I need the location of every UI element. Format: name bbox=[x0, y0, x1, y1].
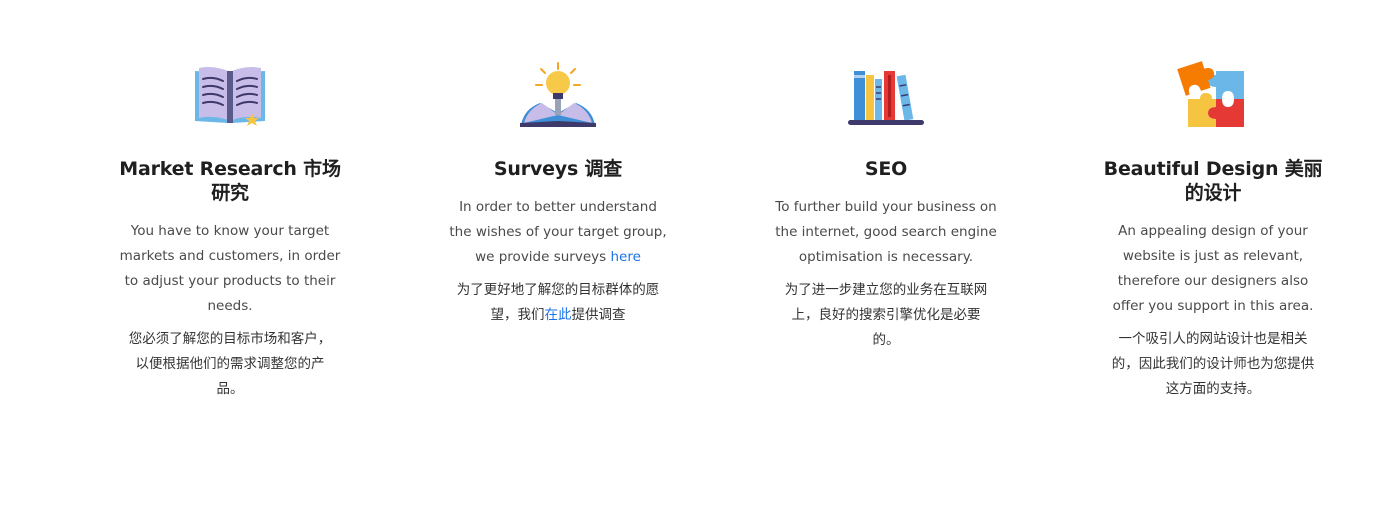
surveys-here-link-zh[interactable]: 在此 bbox=[545, 307, 572, 323]
bookshelf-icon bbox=[772, 58, 1000, 134]
feature-description-zh: 为了更好地了解您的目标群体的愿望，我们在此提供调查 bbox=[451, 278, 665, 328]
feature-surveys: Surveys 调查 In order to better understand… bbox=[444, 58, 672, 328]
feature-title: SEO bbox=[864, 158, 908, 180]
feature-description-en: You have to know your target markets and… bbox=[119, 223, 341, 314]
feature-market-research: Market Research 市场研究 You have to know yo… bbox=[116, 58, 344, 402]
feature-description-zh: 为了进一步建立您的业务在互联网上，良好的搜索引擎优化是必要的。 bbox=[784, 282, 988, 348]
feature-description-en: In order to better understand the wishes… bbox=[447, 195, 669, 270]
feature-description-en: To further build your business on the in… bbox=[775, 199, 997, 265]
idea-book-icon bbox=[444, 58, 672, 134]
puzzle-icon bbox=[1099, 58, 1327, 134]
feature-description-zh: 您必须了解您的目标市场和客户，以便根据他们的需求调整您的产品。 bbox=[128, 331, 332, 397]
feature-title: Surveys 调查 bbox=[493, 158, 623, 180]
feature-seo: SEO To further build your business on th… bbox=[772, 58, 1000, 353]
surveys-here-link[interactable]: here bbox=[610, 249, 640, 265]
open-book-icon bbox=[116, 58, 344, 134]
feature-description-text: 提供调查 bbox=[571, 307, 626, 323]
feature-beautiful-design: Beautiful Design 美丽的设计 An appealing desi… bbox=[1099, 58, 1327, 402]
feature-description-en: An appealing design of your website is j… bbox=[1112, 223, 1314, 314]
feature-description-zh: 一个吸引人的网站设计也是相关的，因此我们的设计师也为您提供这方面的支持。 bbox=[1111, 331, 1315, 397]
features-grid: Market Research 市场研究 You have to know yo… bbox=[0, 0, 1373, 511]
feature-title: Market Research 市场研究 bbox=[119, 158, 341, 204]
feature-title: Beautiful Design 美丽的设计 bbox=[1103, 158, 1323, 204]
